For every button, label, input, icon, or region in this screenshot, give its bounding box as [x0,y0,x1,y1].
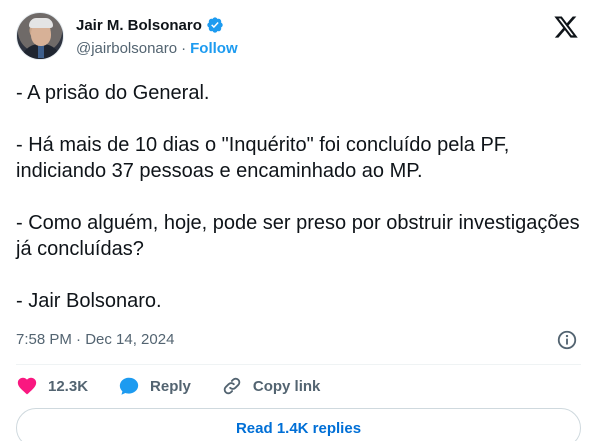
reply-bubble-icon [119,377,139,395]
avatar[interactable] [16,12,64,60]
tweet-header: Jair M. Bolsonaro @jairbolsonaro · Follo… [16,12,581,64]
author-handle-row: @jairbolsonaro · Follow [76,40,238,57]
tweet-actions: 12.3K Reply Copy link [16,372,350,400]
verified-badge-icon [207,17,223,33]
info-icon[interactable] [556,329,578,351]
like-button[interactable]: 12.3K [16,375,88,397]
divider [16,364,581,365]
tweet-text: - A prisão do General. - Há mais de 10 d… [16,80,581,314]
author-name[interactable]: Jair M. Bolsonaro [76,17,202,34]
like-count: 12.3K [48,377,89,395]
tweet-line: - Como alguém, hoje, pode ser preso por … [16,212,580,260]
link-icon [223,377,241,395]
copy-link-label: Copy link [252,377,321,395]
reply-label: Reply [150,377,191,395]
read-replies-button[interactable]: Read 1.4K replies [16,408,581,441]
tweet-line: - Há mais de 10 dias o "Inquérito" foi c… [16,134,510,182]
tweet-line: - Jair Bolsonaro. [16,290,162,312]
tweet-timestamp[interactable]: 7:58 PM · Dec 14, 2024 [16,331,174,348]
x-logo-icon[interactable] [553,14,579,40]
tweet-line: - A prisão do General. [16,82,210,104]
author-handle[interactable]: @jairbolsonaro [76,40,177,57]
author-name-row: Jair M. Bolsonaro [76,16,224,34]
copy-link-button[interactable]: Copy link [221,375,321,397]
follow-button[interactable]: Follow [190,40,238,57]
separator: · [181,40,187,57]
heart-icon [17,377,37,395]
reply-button[interactable]: Reply [118,375,191,397]
